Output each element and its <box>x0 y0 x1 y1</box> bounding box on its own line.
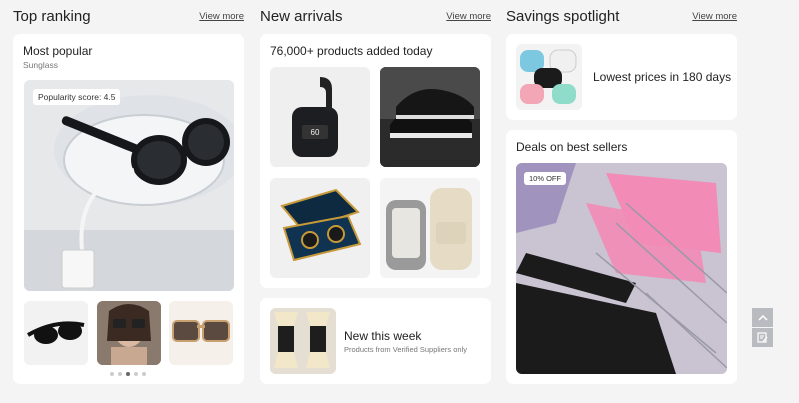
carousel-dot-1[interactable] <box>110 372 114 376</box>
carousel-dot-2[interactable] <box>118 372 122 376</box>
products-added-title: 76,000+ products added today <box>270 44 433 58</box>
lowest-prices-title: Lowest prices in 180 days <box>593 70 732 84</box>
deals-best-sellers-card[interactable]: Deals on best sellers 10% OFF <box>506 130 737 384</box>
product-earbuds-case[interactable] <box>270 178 370 278</box>
sport-sunglasses-icon <box>24 301 88 365</box>
most-popular-title: Most popular <box>23 44 93 58</box>
sunglasses-thumbnail-1[interactable] <box>24 301 88 365</box>
sunglasses-thumbnail-3[interactable] <box>169 301 233 365</box>
backpack-icon <box>380 178 480 278</box>
top-ranking-header: Top ranking View more <box>13 8 244 28</box>
savings-spotlight-title: Savings spotlight <box>506 8 620 25</box>
new-this-week-title: New this week <box>344 329 422 343</box>
most-popular-hero-image[interactable]: Popularity score: 4.5 <box>24 80 234 291</box>
new-arrivals-view-more-link[interactable]: View more <box>446 11 491 22</box>
discount-badge: 10% OFF <box>524 172 567 185</box>
carousel-dot-5[interactable] <box>142 372 146 376</box>
model-sunglasses-icon <box>97 301 161 365</box>
chevron-up-icon <box>757 314 768 321</box>
carousel-dot-3-active[interactable] <box>126 372 130 376</box>
earbuds-icon: 60 <box>270 67 370 167</box>
lowest-prices-image <box>516 44 582 110</box>
scroll-to-top-button[interactable] <box>752 308 773 327</box>
sunglasses-thumbnail-2[interactable] <box>97 301 161 365</box>
top-ranking-view-more-link[interactable]: View more <box>199 11 244 22</box>
new-this-week-image <box>270 308 336 374</box>
products-added-card[interactable]: 76,000+ products added today 60 <box>260 34 491 288</box>
carousel-dot-4[interactable] <box>134 372 138 376</box>
sunglasses-hero-illustration <box>24 80 234 291</box>
wall-lamp-icon <box>270 308 336 374</box>
top-ranking-title: Top ranking <box>13 8 91 25</box>
most-popular-card[interactable]: Most popular Sunglass Popularity score: … <box>13 34 244 384</box>
earbuds-colors-icon <box>516 44 582 110</box>
sneakers-icon <box>380 67 480 167</box>
popularity-score-badge: Popularity score: 4.5 <box>33 89 121 105</box>
edit-note-icon <box>757 332 768 343</box>
lowest-prices-card[interactable]: Lowest prices in 180 days <box>506 34 737 120</box>
most-popular-category: Sunglass <box>23 60 58 70</box>
new-this-week-subtitle: Products from Verified Suppliers only <box>344 345 467 354</box>
new-arrivals-title: New arrivals <box>260 8 343 25</box>
svg-text:60: 60 <box>311 128 320 137</box>
product-backpack[interactable] <box>380 178 480 278</box>
deals-best-sellers-image[interactable]: 10% OFF <box>516 163 727 374</box>
feedback-button[interactable] <box>752 328 773 347</box>
earbuds-case-icon <box>270 178 370 278</box>
new-this-week-card[interactable]: New this week Products from Verified Sup… <box>260 298 491 384</box>
savings-spotlight-view-more-link[interactable]: View more <box>692 11 737 22</box>
savings-spotlight-header: Savings spotlight View more <box>506 8 737 28</box>
carousel-dots <box>110 372 146 376</box>
deals-best-sellers-title: Deals on best sellers <box>516 140 628 154</box>
square-sunglasses-icon <box>169 301 233 365</box>
new-arrivals-header: New arrivals View more <box>260 8 491 28</box>
eyelash-wands-illustration <box>516 163 727 374</box>
product-earbuds[interactable]: 60 <box>270 67 370 167</box>
product-sneakers[interactable] <box>380 67 480 167</box>
